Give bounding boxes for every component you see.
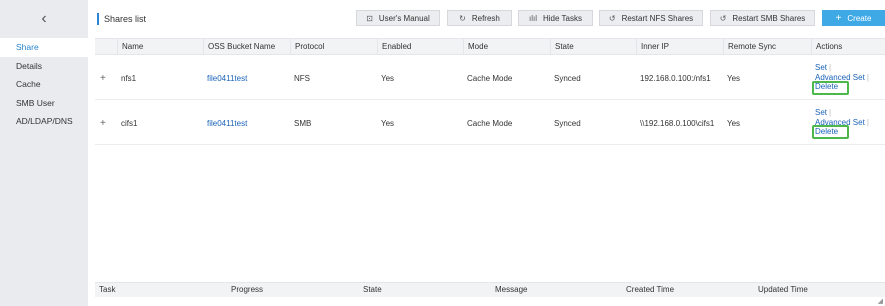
bucket-link[interactable]: file0411test [203,56,247,100]
column-header-state[interactable]: State [550,39,574,55]
protocol-cell: NFS [294,73,310,83]
expand-icon[interactable]: + [100,101,106,145]
column-header-updated-time[interactable]: Updated Time [754,283,808,297]
create-button[interactable]: + Create [822,10,885,26]
mode-cell: Cache Mode [467,73,513,83]
chevron-left-icon[interactable]: ‹ [0,5,88,33]
sidebar-item-ad-ldap-dns[interactable]: AD/LDAP/DNS [0,112,88,131]
delete-highlight-box [812,81,849,95]
table-row: + cifs1 file0411test SMB Yes Cache Mode … [95,101,885,145]
column-header-task-state[interactable]: State [359,283,382,297]
enabled-cell: Yes [381,118,395,128]
inner-ip-cell: 192.168.0.100:/nfs1 [640,73,711,83]
protocol-cell: SMB [294,118,312,128]
restart-nfs-label: Restart NFS Shares [621,13,694,23]
restart-icon: ↺ [719,13,727,23]
column-header-progress[interactable]: Progress [227,283,263,297]
action-separator: | [866,72,869,82]
column-header-name[interactable]: Name [117,39,143,55]
restart-nfs-button[interactable]: ↺ Restart NFS Shares [599,10,703,26]
state-cell: Synced [554,118,581,128]
share-name: cifs1 [121,118,138,128]
sidebar-item-share[interactable]: Share [0,38,88,57]
sidebar-item-cache[interactable]: Cache [0,75,88,94]
set-link[interactable]: Set [815,63,827,72]
column-header-created-time[interactable]: Created Time [622,283,674,297]
column-header-inner-ip[interactable]: Inner IP [636,39,669,55]
column-header-enabled[interactable]: Enabled [377,39,411,55]
bar-chart-icon: ılıl [529,13,537,23]
expand-icon[interactable]: + [100,56,106,100]
refresh-label: Refresh [471,13,500,23]
refresh-icon: ↻ [459,13,466,23]
create-label: Create [847,13,872,23]
mode-cell: Cache Mode [467,118,513,128]
sidebar: ‹ Share Details Cache SMB User AD/LDAP/D… [0,0,88,306]
main-panel: Shares list ⊡ User's Manual ↻ Refresh ıl… [88,0,885,306]
delete-highlight-box [812,125,849,139]
action-separator: | [829,108,832,117]
resize-handle-icon[interactable]: ◢ [878,297,883,305]
restart-smb-button[interactable]: ↺ Restart SMB Shares [710,10,815,26]
remote-sync-cell: Yes [727,73,741,83]
column-header-task[interactable]: Task [95,283,115,297]
hide-tasks-button[interactable]: ılıl Hide Tasks [518,10,593,26]
inner-ip-cell: \\192.168.0.100\cifs1 [640,118,715,128]
column-header-oss-bucket[interactable]: OSS Bucket Name [203,39,275,55]
users-manual-button[interactable]: ⊡ User's Manual [356,10,440,26]
tasks-table-header: Task Progress State Message Created Time… [95,282,885,297]
action-separator: | [829,63,832,72]
set-link[interactable]: Set [815,108,827,117]
bucket-link[interactable]: file0411test [203,101,247,145]
sidebar-item-details[interactable]: Details [0,57,88,76]
column-header-remote-sync[interactable]: Remote Sync [723,39,776,55]
book-icon: ⊡ [366,13,373,23]
shares-table-header: Name OSS Bucket Name Protocol Enabled Mo… [95,38,885,55]
refresh-button[interactable]: ↻ Refresh [447,10,512,26]
share-name: nfs1 [121,73,137,83]
page-title: Shares list [97,13,146,25]
restart-smb-label: Restart SMB Shares [732,13,806,23]
hide-tasks-label: Hide Tasks [543,13,582,23]
column-header-actions: Actions [811,39,842,55]
column-header-mode[interactable]: Mode [463,39,488,55]
column-header-protocol[interactable]: Protocol [290,39,324,55]
users-manual-label: User's Manual [378,13,430,23]
plus-icon: + [835,12,842,24]
action-separator: | [866,117,869,127]
state-cell: Synced [554,73,581,83]
table-row: + nfs1 file0411test NFS Yes Cache Mode S… [95,56,885,100]
sidebar-nav: Share Details Cache SMB User AD/LDAP/DNS [0,38,88,131]
enabled-cell: Yes [381,73,395,83]
restart-icon: ↺ [608,13,616,23]
remote-sync-cell: Yes [727,118,741,128]
sidebar-item-smb-user[interactable]: SMB User [0,94,88,113]
column-header-message[interactable]: Message [491,283,527,297]
